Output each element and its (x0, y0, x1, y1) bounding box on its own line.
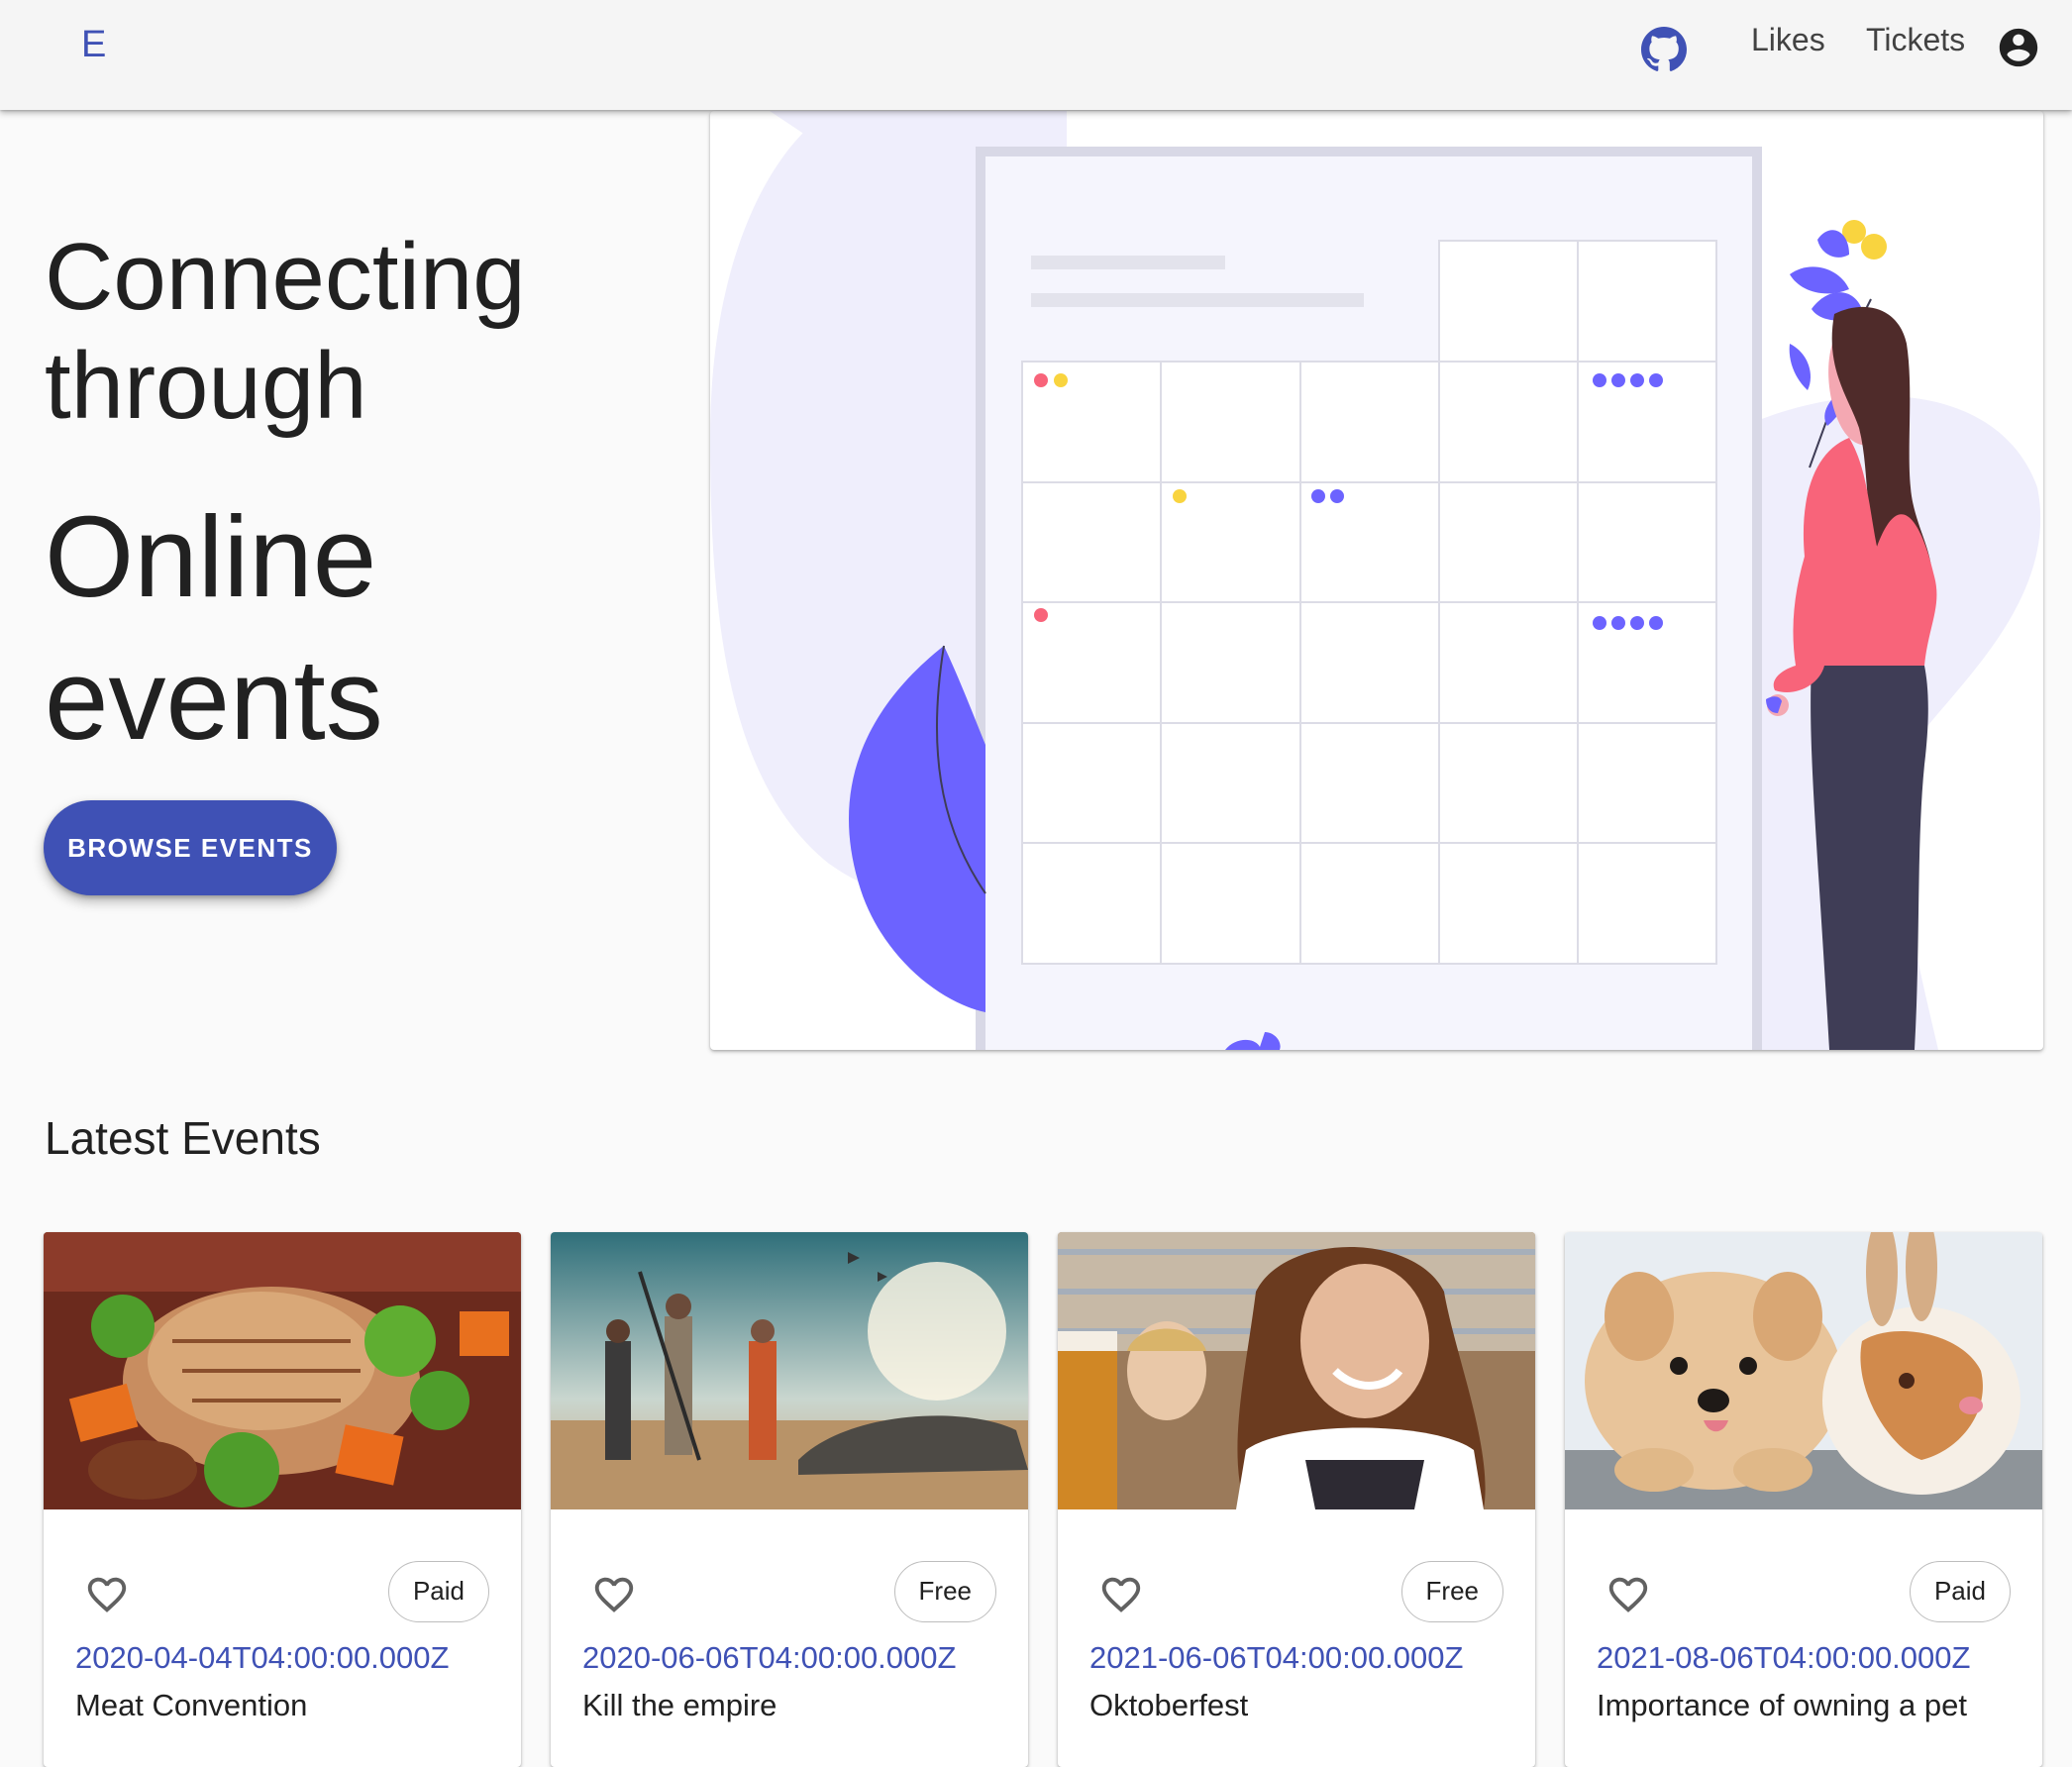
app-bar: E Likes Tickets (0, 0, 2072, 110)
nav-likes[interactable]: Likes (1751, 22, 1825, 58)
event-date: 2020-06-06T04:00:00.000Z (582, 1640, 957, 1675)
event-card[interactable]: Paid 2020-04-04T04:00:00.000Z Meat Conve… (44, 1232, 521, 1767)
heart-outline-icon (87, 1577, 127, 1612)
event-title: Meat Convention (75, 1688, 308, 1722)
price-chip: Paid (387, 1561, 489, 1622)
like-button[interactable] (1091, 1565, 1151, 1624)
event-image (551, 1232, 1028, 1509)
app-logo[interactable]: E (81, 24, 106, 66)
event-date: 2021-08-06T04:00:00.000Z (1597, 1640, 1971, 1675)
event-card[interactable]: Paid 2021-08-06T04:00:00.000Z Importance… (1565, 1232, 2042, 1767)
hero-illustration-card (710, 111, 2043, 1050)
like-button[interactable] (77, 1565, 137, 1624)
event-card[interactable]: Free 2021-06-06T04:00:00.000Z Oktoberfes… (1058, 1232, 1535, 1767)
heart-outline-icon (1101, 1577, 1141, 1612)
account-button[interactable] (1995, 24, 2042, 71)
nav-tickets[interactable]: Tickets (1866, 22, 1965, 58)
github-icon (1641, 27, 1687, 71)
event-date: 2021-06-06T04:00:00.000Z (1089, 1640, 1464, 1675)
hero-subtitle: Online events (45, 492, 383, 764)
price-chip: Free (893, 1561, 996, 1622)
account-circle-icon (1999, 28, 2038, 67)
event-title: Importance of owning a pet (1597, 1688, 1967, 1722)
event-title: Kill the empire (582, 1688, 777, 1722)
heart-outline-icon (1608, 1577, 1648, 1612)
like-button[interactable] (1599, 1565, 1658, 1624)
event-title: Oktoberfest (1089, 1688, 1249, 1722)
event-image (1058, 1232, 1535, 1509)
calendar-illustration (710, 111, 2041, 1050)
event-card[interactable]: Free 2020-06-06T04:00:00.000Z Kill the e… (551, 1232, 1028, 1767)
event-image (44, 1232, 521, 1509)
event-date: 2020-04-04T04:00:00.000Z (75, 1640, 450, 1675)
event-image (1565, 1232, 2042, 1509)
hero-title: Connecting through (45, 224, 526, 439)
heart-outline-icon (594, 1577, 634, 1612)
latest-events-title: Latest Events (45, 1112, 321, 1164)
price-chip: Free (1400, 1561, 1503, 1622)
github-link[interactable] (1638, 24, 1690, 75)
price-chip: Paid (1909, 1561, 2011, 1622)
browse-events-button[interactable]: BROWSE EVENTS (44, 800, 337, 895)
like-button[interactable] (584, 1565, 644, 1624)
